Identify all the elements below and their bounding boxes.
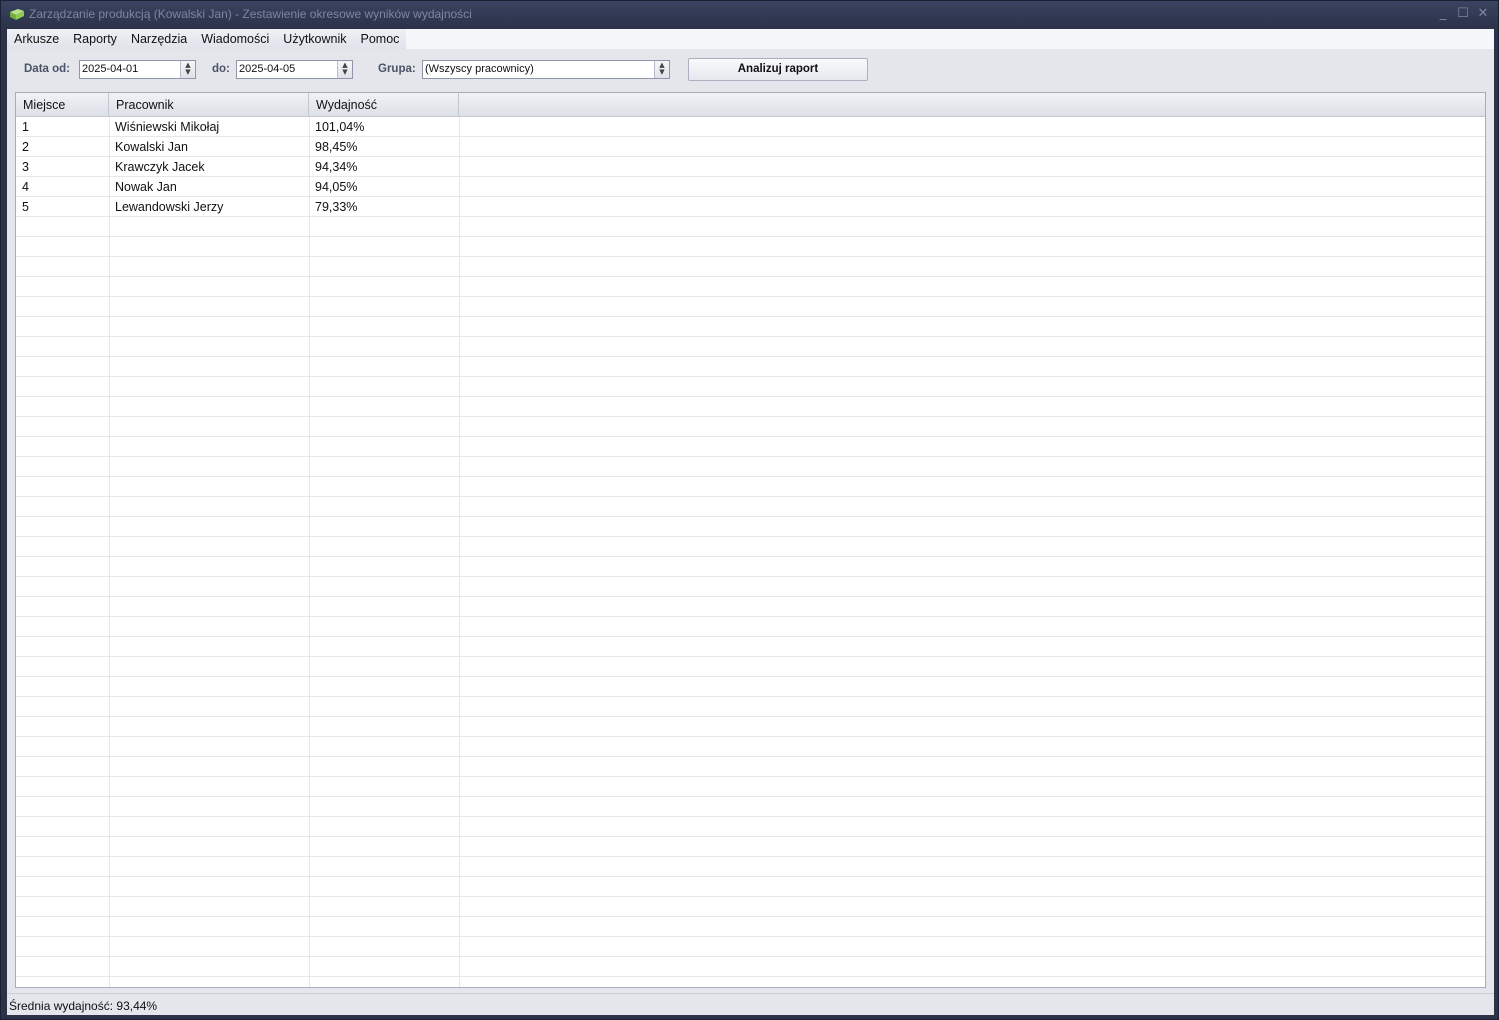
- cell-efficiency: 94,34%: [315, 160, 358, 174]
- table-row[interactable]: 5 Lewandowski Jerzy 79,33%: [16, 197, 1485, 217]
- cell-place: 2: [22, 140, 29, 154]
- group-label: Grupa:: [378, 63, 416, 75]
- cell-efficiency: 98,45%: [315, 140, 358, 154]
- average-efficiency-status: Średnia wydajność: 93,44%: [9, 999, 158, 1013]
- empty-grid-row: [16, 437, 1485, 457]
- app-window: Zarządzanie produkcją (Kowalski Jan) - Z…: [0, 0, 1499, 1020]
- date-to-label: do:: [212, 63, 230, 75]
- cell-efficiency: 79,33%: [315, 200, 358, 214]
- empty-grid-row: [16, 477, 1485, 497]
- date-from-value: 2025-04-01: [82, 63, 139, 75]
- cell-efficiency: 94,05%: [315, 180, 358, 194]
- empty-grid-row: [16, 537, 1485, 557]
- empty-grid-row: [16, 857, 1485, 877]
- menu-arkusze[interactable]: Arkusze: [7, 29, 66, 49]
- empty-grid-row: [16, 397, 1485, 417]
- empty-grid-row: [16, 297, 1485, 317]
- cell-efficiency: 101,04%: [315, 120, 365, 134]
- spin-arrows-icon[interactable]: ▲ ▼: [337, 61, 352, 78]
- cell-employee: Wiśniewski Mikołaj: [115, 120, 220, 134]
- empty-grid-row: [16, 357, 1485, 377]
- cell-place: 5: [22, 200, 29, 214]
- date-to-field[interactable]: 2025-04-05 ▲ ▼: [236, 60, 353, 79]
- table-row[interactable]: 3 Krawczyk Jacek 94,34%: [16, 157, 1485, 177]
- cell-employee: Nowak Jan: [115, 180, 177, 194]
- empty-grid-row: [16, 717, 1485, 737]
- empty-grid-row: [16, 577, 1485, 597]
- empty-grid-row: [16, 277, 1485, 297]
- spin-arrows-icon[interactable]: ▲ ▼: [180, 61, 195, 78]
- empty-grid-row: [16, 837, 1485, 857]
- date-to-value: 2025-04-05: [239, 63, 296, 75]
- table-row[interactable]: 4 Nowak Jan 94,05%: [16, 177, 1485, 197]
- filter-toolbar: Data od: 2025-04-01 ▲ ▼ do: 2025-04-05 ▲ ▼…: [7, 49, 1494, 91]
- minimize-icon[interactable]: _: [1436, 6, 1450, 22]
- empty-grid-row: [16, 497, 1485, 517]
- empty-grid-row: [16, 777, 1485, 797]
- cell-employee: Kowalski Jan: [115, 140, 188, 154]
- results-grid[interactable]: Miejsce Pracownik Wydajność 1 Wiśniewski…: [15, 92, 1486, 988]
- cell-place: 1: [22, 120, 29, 134]
- close-icon[interactable]: ✕: [1476, 6, 1490, 22]
- empty-grid-row: [16, 417, 1485, 437]
- menu-narzedzia[interactable]: Narzędzia: [124, 29, 194, 49]
- cell-place: 4: [22, 180, 29, 194]
- status-bar: Średnia wydajność: 93,44%: [7, 993, 1494, 1015]
- empty-grid-row: [16, 557, 1485, 577]
- empty-grid-row: [16, 817, 1485, 837]
- empty-grid-row: [16, 797, 1485, 817]
- empty-grid-row: [16, 617, 1485, 637]
- app-logo-icon: [10, 9, 24, 20]
- dropdown-arrows-icon[interactable]: ▲ ▼: [654, 61, 669, 78]
- title-bar[interactable]: Zarządzanie produkcją (Kowalski Jan) - Z…: [1, 1, 1498, 29]
- empty-grid-row: [16, 217, 1485, 237]
- window-title: Zarządzanie produkcją (Kowalski Jan) - Z…: [29, 7, 472, 21]
- empty-grid-row: [16, 957, 1485, 977]
- date-from-field[interactable]: 2025-04-01 ▲ ▼: [79, 60, 196, 79]
- empty-grid-row: [16, 757, 1485, 777]
- empty-grid-row: [16, 257, 1485, 277]
- empty-grid-row: [16, 457, 1485, 477]
- grid-rows: 1 Wiśniewski Mikołaj 101,04% 2 Kowalski …: [16, 117, 1485, 977]
- empty-grid-row: [16, 637, 1485, 657]
- empty-grid-row: [16, 897, 1485, 917]
- empty-grid-row: [16, 677, 1485, 697]
- table-row[interactable]: 1 Wiśniewski Mikołaj 101,04%: [16, 117, 1485, 137]
- empty-grid-row: [16, 937, 1485, 957]
- menu-pomoc[interactable]: Pomoc: [354, 29, 407, 49]
- date-from-label: Data od:: [24, 63, 70, 75]
- empty-grid-row: [16, 317, 1485, 337]
- empty-grid-row: [16, 877, 1485, 897]
- column-header-miejsce[interactable]: Miejsce: [16, 93, 109, 117]
- menu-bar-fill: [406, 29, 1494, 49]
- empty-grid-row: [16, 237, 1485, 257]
- maximize-icon[interactable]: ☐: [1456, 6, 1470, 22]
- cell-employee: Lewandowski Jerzy: [115, 200, 224, 214]
- table-row[interactable]: 2 Kowalski Jan 98,45%: [16, 137, 1485, 157]
- empty-grid-row: [16, 377, 1485, 397]
- menu-bar: Arkusze Raporty Narzędzia Wiadomości Uży…: [7, 29, 1494, 49]
- empty-grid-row: [16, 737, 1485, 757]
- cell-place: 3: [22, 160, 29, 174]
- menu-uzytkownik[interactable]: Użytkownik: [276, 29, 353, 49]
- menu-raporty[interactable]: Raporty: [66, 29, 124, 49]
- group-select[interactable]: (Wszyscy pracownicy) ▲ ▼: [422, 60, 670, 79]
- empty-grid-row: [16, 697, 1485, 717]
- analyze-report-button[interactable]: Analizuj raport: [688, 58, 868, 81]
- grid-header: Miejsce Pracownik Wydajność: [16, 93, 1485, 117]
- empty-grid-row: [16, 337, 1485, 357]
- group-value: (Wszyscy pracownicy): [425, 63, 534, 75]
- empty-grid-row: [16, 517, 1485, 537]
- column-header-pracownik[interactable]: Pracownik: [109, 93, 309, 117]
- column-header-wydajnosc[interactable]: Wydajność: [309, 93, 459, 117]
- empty-grid-row: [16, 597, 1485, 617]
- empty-grid-row: [16, 917, 1485, 937]
- cell-employee: Krawczyk Jacek: [115, 160, 205, 174]
- client-area: Arkusze Raporty Narzędzia Wiadomości Uży…: [7, 29, 1494, 1015]
- menu-wiadomosci[interactable]: Wiadomości: [194, 29, 276, 49]
- empty-grid-row: [16, 657, 1485, 677]
